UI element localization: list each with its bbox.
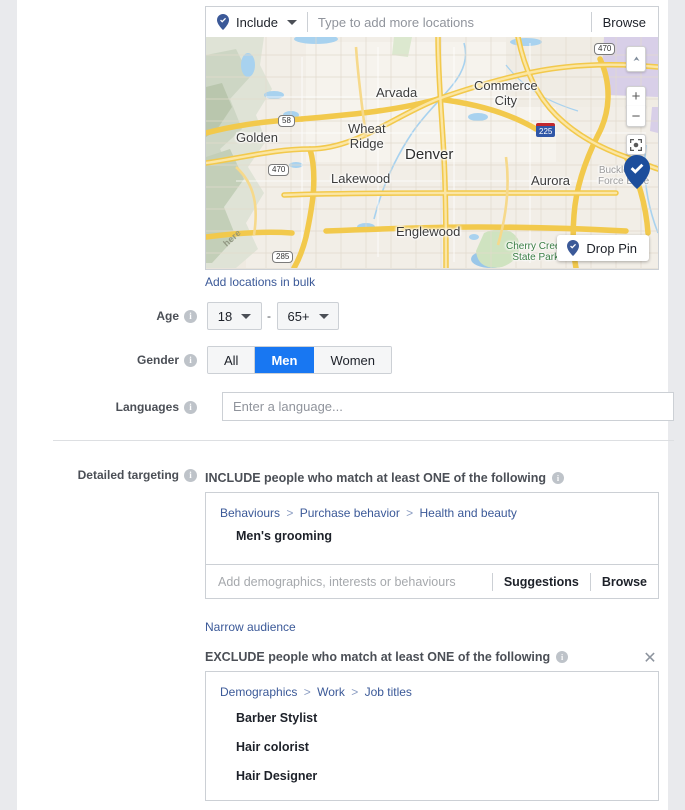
breadcrumb-segment[interactable]: Demographics [220,685,297,699]
exclude-item[interactable]: Barber Stylist [206,699,658,725]
page-root: Include Browse [0,0,685,810]
close-icon[interactable]: ✕ [641,650,659,668]
breadcrumb-separator: > [286,506,294,520]
narrow-audience-link[interactable]: Narrow audience [205,620,296,634]
page-gutter-left [0,0,17,810]
route-shield-i225: 225 [536,123,556,137]
info-icon[interactable]: i [556,651,569,663]
add-locations-in-bulk-link[interactable]: Add locations in bulk [205,275,315,289]
exclude-targeting-box: Demographics > Work > Job titles Barber … [205,671,659,801]
chevron-down-icon [241,313,252,319]
age-range-separator: - [267,309,271,323]
include-dropdown[interactable]: Include [206,7,307,37]
chevron-down-icon [318,313,329,319]
breadcrumb-segment[interactable]: Behaviours [220,506,280,520]
include-label: Include [236,14,278,30]
map-fullscreen-button[interactable] [626,134,646,155]
map-canvas [206,37,658,268]
age-min-value: 18 [217,308,233,324]
info-icon[interactable]: i [184,400,197,414]
exclude-heading-text: EXCLUDE people who match at least ONE of… [205,650,551,664]
info-icon[interactable]: i [184,353,197,367]
location-pin-icon [567,240,580,256]
languages-label: Languages [115,400,179,414]
detailed-targeting-label: Detailed targeting [77,468,179,482]
exclude-item[interactable]: Hair colorist [206,725,658,754]
chevron-down-icon [286,19,297,25]
breadcrumb-segment[interactable]: Purchase behavior [300,506,400,520]
section-divider [53,440,674,441]
map-compass-button[interactable] [626,46,646,72]
breadcrumb-separator: > [303,685,311,699]
age-max-select[interactable]: 65+ [277,302,339,330]
languages-row-label: Languages i [57,398,197,416]
exclude-breadcrumb[interactable]: Demographics > Work > Job titles [206,672,658,699]
route-shield-58: 58 [278,115,295,127]
gender-segmented-control: All Men Women [207,346,393,374]
age-row-label: Age i [57,307,197,325]
route-shield-470-e: 470 [594,43,616,55]
fullscreen-icon [630,138,642,151]
info-icon[interactable]: i [552,472,564,484]
breadcrumb-separator: > [351,685,359,699]
exclude-heading: EXCLUDE people who match at least ONE of… [205,650,569,664]
gender-row-label: Gender i [57,351,197,369]
route-shield-470-w: 470 [268,164,290,176]
languages-input[interactable] [222,392,674,421]
route-shield-285: 285 [272,251,294,263]
drop-pin-button[interactable]: Drop Pin [557,235,649,261]
age-label: Age [156,309,179,323]
detailed-targeting-row-label: Detailed targeting i [27,466,197,484]
form-content: Include Browse [17,0,674,810]
age-max-value: 65+ [287,308,310,324]
include-targeting-box: Behaviours > Purchase behavior > Health … [205,492,659,599]
breadcrumb-segment[interactable]: Job titles [365,685,412,699]
breadcrumb-separator: > [406,506,414,520]
age-min-select[interactable]: 18 [207,302,262,330]
include-heading: INCLUDE people who match at least ONE of… [205,471,564,485]
include-suggestions-button[interactable]: Suggestions [493,575,590,589]
location-include-bar: Include Browse [205,6,659,38]
info-icon[interactable]: i [184,309,197,323]
exclude-item[interactable]: Hair Designer [206,754,658,783]
gender-label: Gender [136,353,179,367]
compass-up-icon [633,56,639,61]
info-icon[interactable]: i [184,468,197,482]
locations-browse-button[interactable]: Browse [592,15,658,30]
include-browse-button[interactable]: Browse [591,575,658,589]
map-zoom-in-button[interactable]: + [626,86,646,107]
include-item[interactable]: Men's grooming [206,520,658,555]
location-search-input[interactable] [307,7,591,37]
drop-pin-label: Drop Pin [586,240,637,256]
include-input-row: Suggestions Browse [206,564,658,598]
breadcrumb-segment[interactable]: Work [317,685,345,699]
include-targeting-input[interactable] [206,565,492,598]
gender-option-men[interactable]: Men [255,347,315,373]
map-zoom-out-button[interactable]: − [626,106,646,127]
gender-option-all[interactable]: All [208,347,256,373]
gender-option-women[interactable]: Women [314,347,392,373]
checked-location-pin-icon [624,155,650,189]
breadcrumb-segment[interactable]: Health and beauty [420,506,517,520]
location-pin-icon [217,14,229,30]
location-map[interactable]: Arvada Commerce City Wheat Ridge Golden … [205,37,659,270]
include-heading-text: INCLUDE people who match at least ONE of… [205,471,546,485]
include-breadcrumb[interactable]: Behaviours > Purchase behavior > Health … [206,493,658,520]
